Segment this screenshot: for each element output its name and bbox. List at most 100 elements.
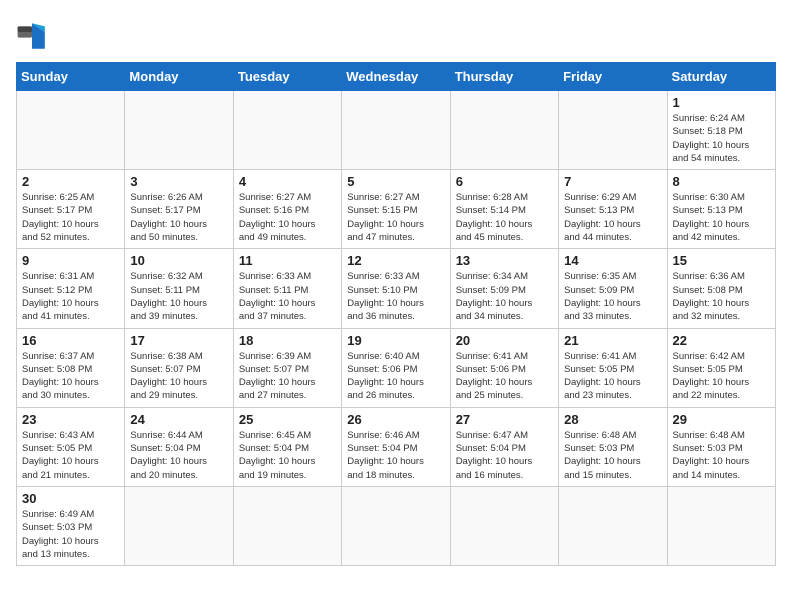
calendar-cell: 26Sunrise: 6:46 AM Sunset: 5:04 PM Dayli… — [342, 407, 450, 486]
calendar-cell: 29Sunrise: 6:48 AM Sunset: 5:03 PM Dayli… — [667, 407, 775, 486]
calendar-cell: 10Sunrise: 6:32 AM Sunset: 5:11 PM Dayli… — [125, 249, 233, 328]
day-info: Sunrise: 6:41 AM Sunset: 5:06 PM Dayligh… — [456, 350, 553, 403]
day-number: 4 — [239, 174, 336, 189]
calendar-cell: 17Sunrise: 6:38 AM Sunset: 5:07 PM Dayli… — [125, 328, 233, 407]
day-info: Sunrise: 6:30 AM Sunset: 5:13 PM Dayligh… — [673, 191, 770, 244]
calendar-cell — [342, 486, 450, 565]
day-info: Sunrise: 6:31 AM Sunset: 5:12 PM Dayligh… — [22, 270, 119, 323]
day-number: 19 — [347, 333, 444, 348]
calendar-cell: 16 Sunrise: 6:37 AM Sunset: 5:08 PM Dayli… — [17, 328, 125, 407]
weekday-header-monday: Monday — [125, 63, 233, 91]
weekday-header-sunday: Sunday — [17, 63, 125, 91]
week-row-3: 9 Sunrise: 6:31 AM Sunset: 5:12 PM Daylig… — [17, 249, 776, 328]
calendar-cell: 5 Sunrise: 6:27 AM Sunset: 5:15 PM Daylig… — [342, 170, 450, 249]
calendar-cell: 1Sunrise: 6:24 AM Sunset: 5:18 PM Daylig… — [667, 91, 775, 170]
day-info: Sunrise: 6:43 AM Sunset: 5:05 PM Dayligh… — [22, 429, 119, 482]
day-info: Sunrise: 6:44 AM Sunset: 5:04 PM Dayligh… — [130, 429, 227, 482]
calendar-cell — [125, 91, 233, 170]
day-number: 6 — [456, 174, 553, 189]
calendar-cell — [125, 486, 233, 565]
calendar-cell: 12Sunrise: 6:33 AM Sunset: 5:10 PM Dayli… — [342, 249, 450, 328]
calendar-cell: 6 Sunrise: 6:28 AM Sunset: 5:14 PM Daylig… — [450, 170, 558, 249]
calendar-cell: 20Sunrise: 6:41 AM Sunset: 5:06 PM Dayli… — [450, 328, 558, 407]
calendar-cell: 3 Sunrise: 6:26 AM Sunset: 5:17 PM Daylig… — [125, 170, 233, 249]
header — [16, 16, 776, 52]
day-info: Sunrise: 6:40 AM Sunset: 5:06 PM Dayligh… — [347, 350, 444, 403]
calendar-cell — [559, 486, 667, 565]
day-info: Sunrise: 6:32 AM Sunset: 5:11 PM Dayligh… — [130, 270, 227, 323]
day-info: Sunrise: 6:36 AM Sunset: 5:08 PM Dayligh… — [673, 270, 770, 323]
day-number: 28 — [564, 412, 661, 427]
day-info: Sunrise: 6:27 AM Sunset: 5:16 PM Dayligh… — [239, 191, 336, 244]
day-info: Sunrise: 6:45 AM Sunset: 5:04 PM Dayligh… — [239, 429, 336, 482]
weekday-header-wednesday: Wednesday — [342, 63, 450, 91]
day-number: 2 — [22, 174, 119, 189]
day-number: 11 — [239, 253, 336, 268]
calendar-cell — [450, 91, 558, 170]
day-number: 9 — [22, 253, 119, 268]
day-info: Sunrise: 6:37 AM Sunset: 5:08 PM Dayligh… — [22, 350, 119, 403]
logo — [16, 20, 54, 52]
day-number: 26 — [347, 412, 444, 427]
calendar-cell: 11 Sunrise: 6:33 AM Sunset: 5:11 PM Dayli… — [233, 249, 341, 328]
day-number: 3 — [130, 174, 227, 189]
day-number: 27 — [456, 412, 553, 427]
day-info: Sunrise: 6:42 AM Sunset: 5:05 PM Dayligh… — [673, 350, 770, 403]
day-info: Sunrise: 6:27 AM Sunset: 5:15 PM Dayligh… — [347, 191, 444, 244]
weekday-header-friday: Friday — [559, 63, 667, 91]
calendar-cell — [559, 91, 667, 170]
calendar-cell: 4 Sunrise: 6:27 AM Sunset: 5:16 PM Daylig… — [233, 170, 341, 249]
day-number: 21 — [564, 333, 661, 348]
calendar-cell: 14Sunrise: 6:35 AM Sunset: 5:09 PM Dayli… — [559, 249, 667, 328]
calendar-cell: 9 Sunrise: 6:31 AM Sunset: 5:12 PM Daylig… — [17, 249, 125, 328]
calendar-cell: 24Sunrise: 6:44 AM Sunset: 5:04 PM Dayli… — [125, 407, 233, 486]
day-number: 29 — [673, 412, 770, 427]
calendar-cell — [17, 91, 125, 170]
calendar-cell: 2 Sunrise: 6:25 AM Sunset: 5:17 PM Daylig… — [17, 170, 125, 249]
day-info: Sunrise: 6:33 AM Sunset: 5:11 PM Dayligh… — [239, 270, 336, 323]
calendar-cell — [233, 486, 341, 565]
calendar-cell — [667, 486, 775, 565]
day-number: 22 — [673, 333, 770, 348]
day-info: Sunrise: 6:24 AM Sunset: 5:18 PM Dayligh… — [673, 112, 770, 165]
day-number: 15 — [673, 253, 770, 268]
day-number: 12 — [347, 253, 444, 268]
calendar-cell: 18Sunrise: 6:39 AM Sunset: 5:07 PM Dayli… — [233, 328, 341, 407]
day-info: Sunrise: 6:47 AM Sunset: 5:04 PM Dayligh… — [456, 429, 553, 482]
calendar-cell: 15 Sunrise: 6:36 AM Sunset: 5:08 PM Dayli… — [667, 249, 775, 328]
day-info: Sunrise: 6:28 AM Sunset: 5:14 PM Dayligh… — [456, 191, 553, 244]
day-number: 23 — [22, 412, 119, 427]
weekday-header-row: SundayMondayTuesdayWednesdayThursdayFrid… — [17, 63, 776, 91]
calendar-cell: 27 Sunrise: 6:47 AM Sunset: 5:04 PM Dayli… — [450, 407, 558, 486]
day-number: 5 — [347, 174, 444, 189]
day-info: Sunrise: 6:38 AM Sunset: 5:07 PM Dayligh… — [130, 350, 227, 403]
week-row-5: 23 Sunrise: 6:43 AM Sunset: 5:05 PM Dayli… — [17, 407, 776, 486]
calendar-cell: 28 Sunrise: 6:48 AM Sunset: 5:03 PM Dayli… — [559, 407, 667, 486]
calendar-cell: 22 Sunrise: 6:42 AM Sunset: 5:05 PM Dayli… — [667, 328, 775, 407]
day-info: Sunrise: 6:49 AM Sunset: 5:03 PM Dayligh… — [22, 508, 119, 561]
day-number: 13 — [456, 253, 553, 268]
day-info: Sunrise: 6:35 AM Sunset: 5:09 PM Dayligh… — [564, 270, 661, 323]
day-info: Sunrise: 6:48 AM Sunset: 5:03 PM Dayligh… — [564, 429, 661, 482]
calendar-cell: 21Sunrise: 6:41 AM Sunset: 5:05 PM Dayli… — [559, 328, 667, 407]
weekday-header-thursday: Thursday — [450, 63, 558, 91]
day-info: Sunrise: 6:26 AM Sunset: 5:17 PM Dayligh… — [130, 191, 227, 244]
day-info: Sunrise: 6:25 AM Sunset: 5:17 PM Dayligh… — [22, 191, 119, 244]
weekday-header-tuesday: Tuesday — [233, 63, 341, 91]
day-info: Sunrise: 6:34 AM Sunset: 5:09 PM Dayligh… — [456, 270, 553, 323]
calendar-cell: 13 Sunrise: 6:34 AM Sunset: 5:09 PM Dayli… — [450, 249, 558, 328]
calendar-cell: 19 Sunrise: 6:40 AM Sunset: 5:06 PM Dayli… — [342, 328, 450, 407]
calendar-cell — [233, 91, 341, 170]
day-number: 30 — [22, 491, 119, 506]
calendar: SundayMondayTuesdayWednesdayThursdayFrid… — [16, 62, 776, 566]
week-row-6: 30 Sunrise: 6:49 AM Sunset: 5:03 PM Dayli… — [17, 486, 776, 565]
calendar-cell: 8Sunrise: 6:30 AM Sunset: 5:13 PM Daylig… — [667, 170, 775, 249]
logo-icon — [16, 20, 48, 52]
day-number: 25 — [239, 412, 336, 427]
calendar-cell — [450, 486, 558, 565]
day-number: 7 — [564, 174, 661, 189]
day-info: Sunrise: 6:29 AM Sunset: 5:13 PM Dayligh… — [564, 191, 661, 244]
day-number: 18 — [239, 333, 336, 348]
calendar-cell: 25 Sunrise: 6:45 AM Sunset: 5:04 PM Dayli… — [233, 407, 341, 486]
day-number: 16 — [22, 333, 119, 348]
